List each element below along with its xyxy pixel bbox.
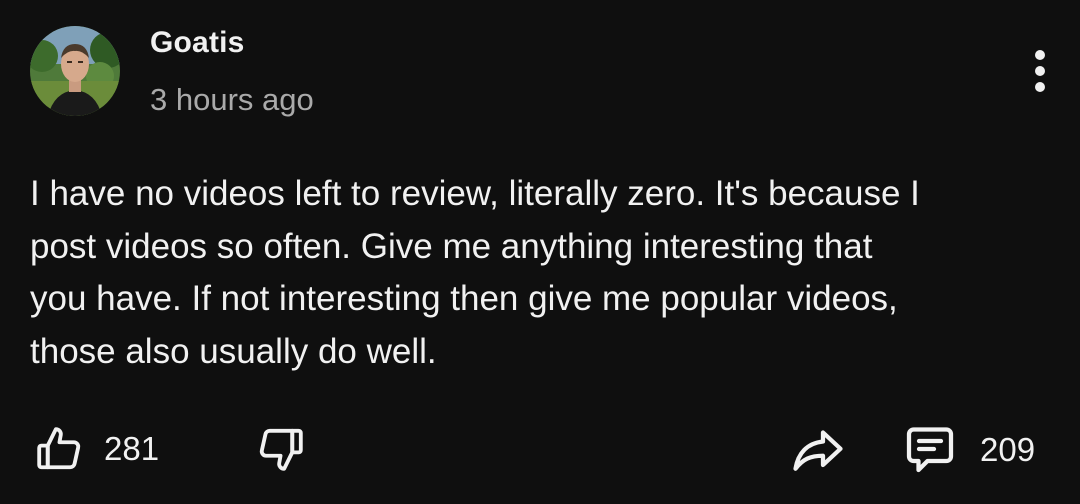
more-vertical-icon bbox=[1035, 82, 1045, 92]
thumbs-down-icon bbox=[254, 422, 308, 476]
like-button[interactable]: 281 bbox=[32, 422, 159, 476]
post-body: I have no videos left to review, literal… bbox=[30, 168, 1060, 378]
post-timestamp: 3 hours ago bbox=[150, 82, 314, 117]
post-body-line: post videos so often. Give me anything i… bbox=[30, 226, 873, 266]
like-count: 281 bbox=[104, 430, 160, 467]
dislike-button[interactable] bbox=[254, 422, 308, 476]
comment-count: 209 bbox=[980, 431, 1036, 468]
post-body-line: you have. If not interesting then give m… bbox=[30, 279, 898, 318]
author-name[interactable]: Goatis bbox=[150, 26, 245, 60]
more-vertical-icon bbox=[1035, 66, 1045, 76]
thumbs-up-icon bbox=[32, 422, 86, 476]
share-arrow-icon bbox=[788, 420, 848, 480]
avatar[interactable] bbox=[30, 26, 120, 116]
post-body-line: those also usually do well. bbox=[30, 331, 437, 371]
community-post: Goatis 3 hours ago I have no videos left… bbox=[0, 0, 1080, 504]
more-options-button[interactable] bbox=[1020, 46, 1060, 96]
post-body-line: I have no videos left to review, literal… bbox=[30, 174, 920, 213]
share-button[interactable] bbox=[788, 420, 848, 480]
comments-button[interactable]: 209 bbox=[900, 420, 1035, 480]
comment-icon bbox=[900, 420, 960, 480]
avatar-image bbox=[30, 26, 120, 116]
more-vertical-icon bbox=[1035, 50, 1045, 60]
